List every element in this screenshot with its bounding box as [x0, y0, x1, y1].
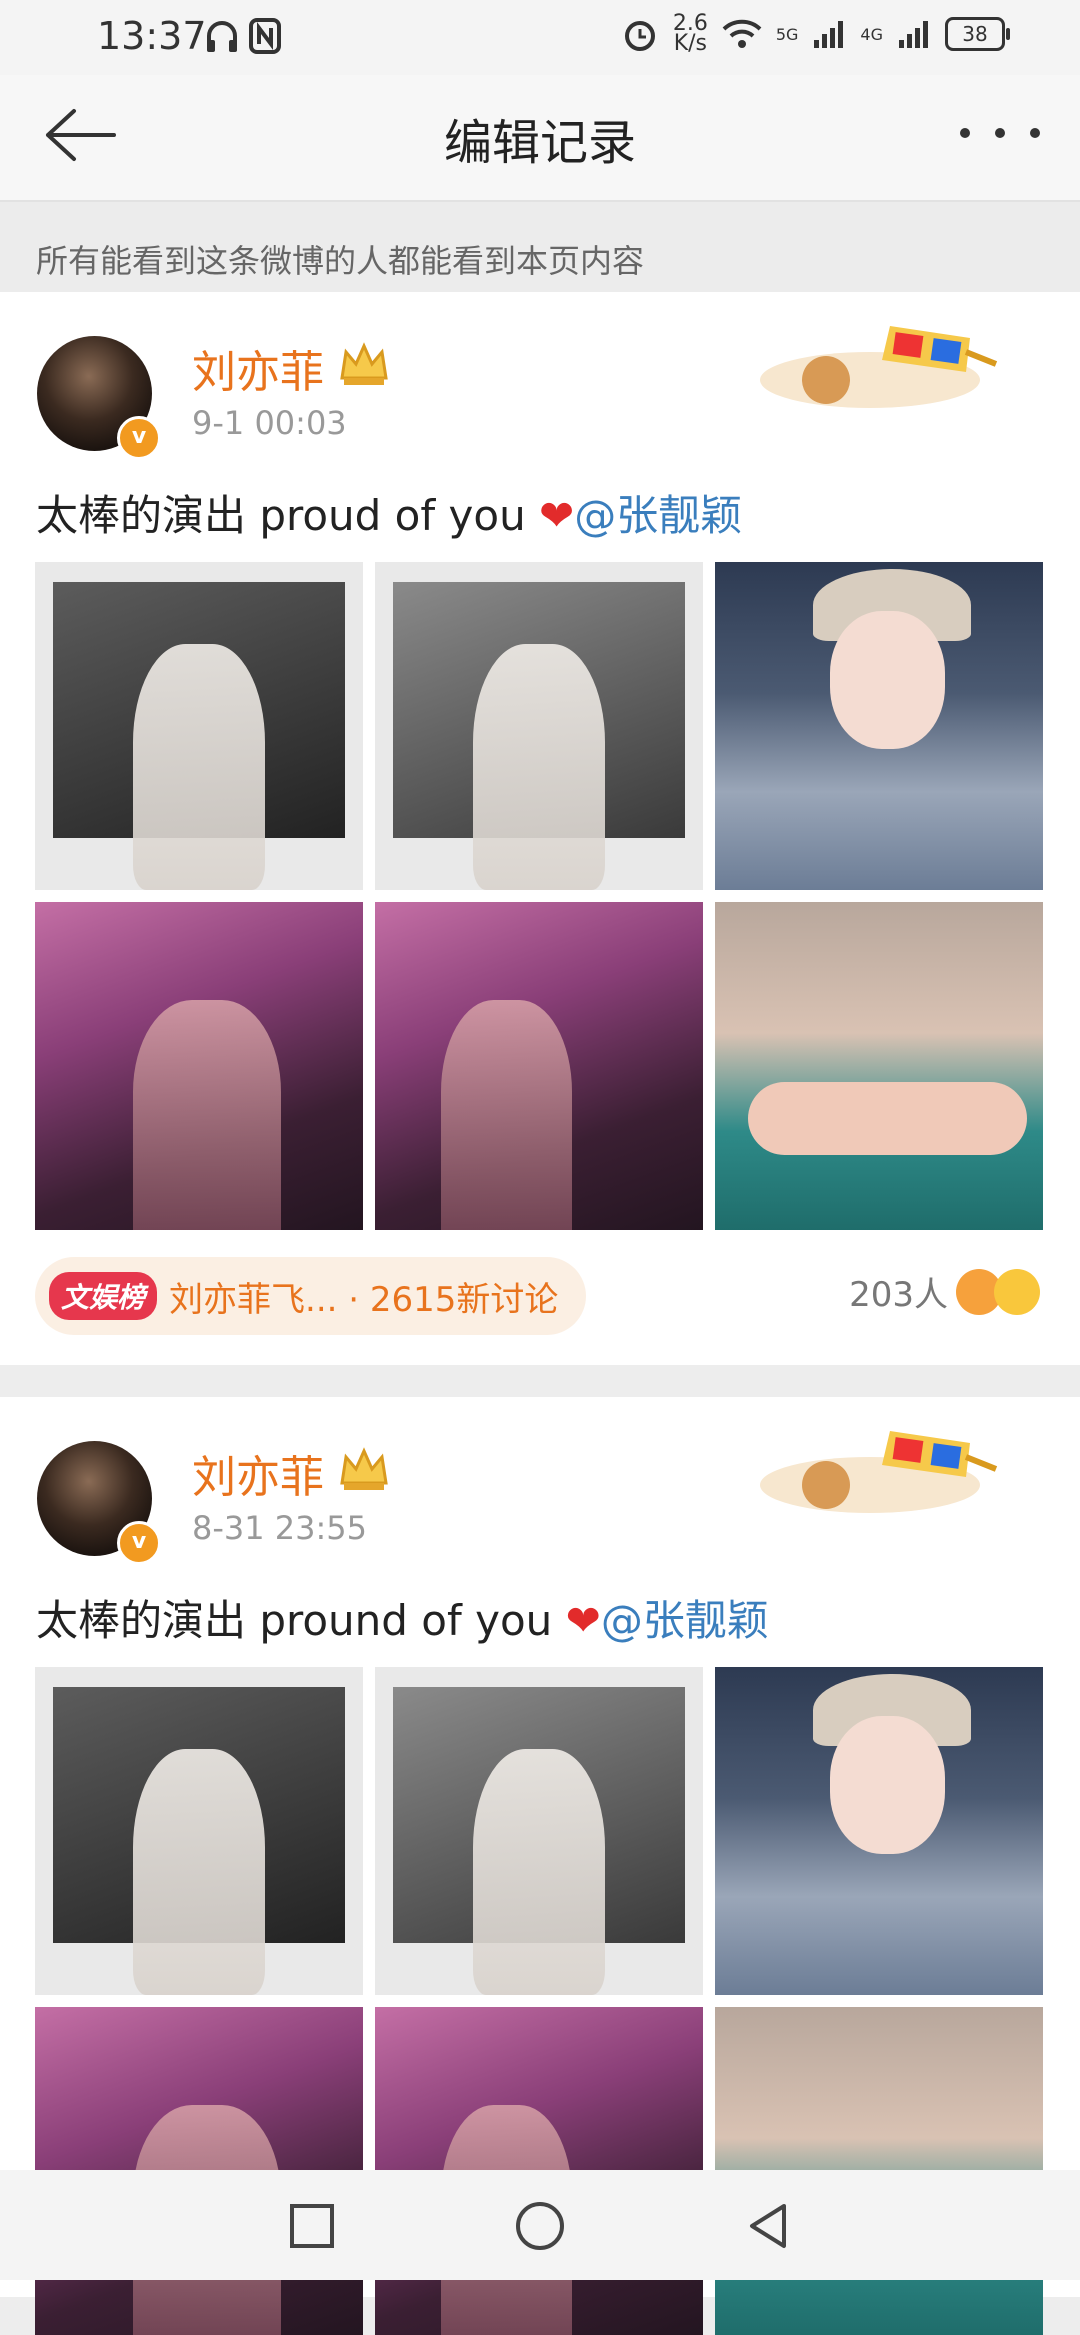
reaction-count: 203人: [849, 1275, 948, 1315]
crown-badge-icon: [340, 342, 388, 385]
topic-text: 刘亦菲飞... · 2615新讨论: [169, 1279, 559, 1320]
photo-thumbnail[interactable]: [375, 902, 703, 1230]
reactions-summary[interactable]: 203人: [849, 1267, 1040, 1316]
circle-icon[interactable]: [512, 2198, 568, 2254]
photo-thumbnail[interactable]: [375, 1667, 703, 1995]
more-dots-icon[interactable]: [960, 113, 1040, 153]
photo-thumbnail[interactable]: [715, 902, 1043, 1230]
post-text: 太棒的演出 pround of you ❤@张靓颖: [36, 1587, 769, 1648]
signal-4g-label: 4G: [860, 24, 883, 44]
post-text: 太棒的演出 proud of you ❤@张靓颖: [36, 482, 742, 543]
photo-grid: [35, 562, 1043, 1230]
photo-thumbnail[interactable]: [35, 1667, 363, 1995]
mention-link[interactable]: @张靓颖: [601, 1596, 769, 1645]
square-icon[interactable]: [284, 2198, 340, 2254]
signal-bars-icon: [899, 21, 928, 48]
topic-chip[interactable]: 文娱榜 刘亦菲飞... · 2615新讨论: [35, 1257, 587, 1335]
page-title: 编辑记录: [443, 115, 636, 171]
top-app-bar: 编辑记录: [0, 75, 1080, 202]
post-time: 8-31 23:55: [192, 1509, 368, 1547]
nfc-icon: [249, 18, 281, 54]
status-bar: 13:37 2.6 K/s 5G 4G 38: [0, 0, 1080, 75]
mention-link[interactable]: @张靓颖: [574, 491, 742, 540]
system-nav-bar: [0, 2170, 1080, 2280]
heart-emoji-icon: ❤: [565, 1596, 601, 1645]
post-time: 9-1 00:03: [192, 404, 347, 442]
post-text-body: 太棒的演出 pround of you: [36, 1596, 566, 1645]
3d-glasses-sticker-icon: [760, 326, 998, 408]
smile-emoji-icon: [994, 1268, 1040, 1315]
photo-thumbnail[interactable]: [35, 902, 363, 1230]
username[interactable]: 刘亦菲: [192, 336, 324, 400]
verified-badge-icon: v: [117, 1521, 161, 1565]
status-time: 13:37: [97, 14, 207, 58]
avatar[interactable]: v: [37, 1441, 161, 1565]
wifi-icon: [722, 19, 762, 48]
edit-record-card: v 刘亦菲 8-31 23:55 太棒的演出 pround of you ❤@张…: [0, 1397, 1080, 2335]
triangle-back-icon[interactable]: [740, 2198, 796, 2254]
signal-bars-icon: [814, 21, 844, 48]
photo-thumbnail[interactable]: [715, 562, 1043, 890]
signal-5g-label: 5G: [775, 24, 799, 44]
post-text-body: 太棒的演出 proud of you: [36, 491, 540, 540]
photo-thumbnail[interactable]: [715, 1667, 1043, 1995]
topic-badge: 文娱榜: [49, 1272, 158, 1320]
crown-badge-icon: [340, 1447, 388, 1490]
3d-glasses-sticker-icon: [760, 1431, 998, 1513]
notice-text: 所有能看到这条微博的人都能看到本页内容: [36, 242, 645, 280]
alarm-icon: [624, 21, 655, 51]
username[interactable]: 刘亦菲: [192, 1441, 324, 1505]
verified-badge-icon: v: [117, 416, 161, 460]
photo-thumbnail[interactable]: [35, 562, 363, 890]
visibility-notice: 所有能看到这条微博的人都能看到本页内容: [0, 202, 1080, 292]
battery-indicator: 38: [945, 17, 1010, 51]
headphones-icon: [207, 21, 237, 52]
edit-record-card: v 刘亦菲 9-1 00:03 太棒的演出 proud of you ❤@张靓颖…: [0, 292, 1080, 1365]
avatar[interactable]: v: [37, 336, 161, 460]
heart-emoji-icon: ❤: [539, 491, 575, 540]
net-speed-unit: K/s: [673, 31, 707, 56]
photo-thumbnail[interactable]: [375, 562, 703, 890]
